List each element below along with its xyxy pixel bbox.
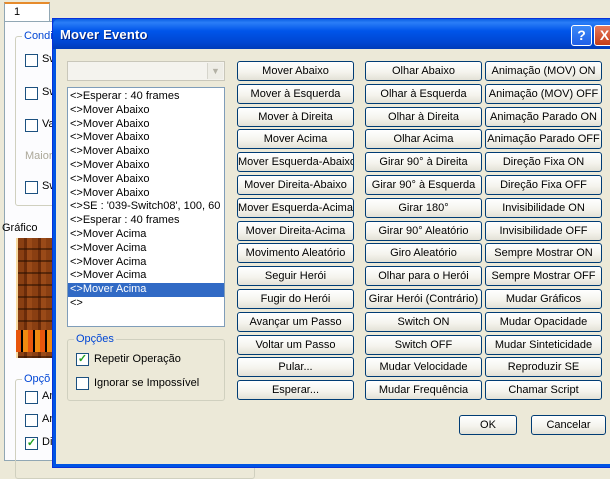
command-button[interactable]: Chamar Script — [485, 380, 602, 400]
command-button[interactable]: Mover Acima — [237, 129, 354, 149]
chevron-down-icon[interactable]: ▼ — [207, 63, 223, 79]
command-button[interactable]: Giro Aleatório — [365, 243, 482, 263]
command-button[interactable]: Animação (MOV) OFF — [485, 84, 602, 104]
condition-switch1-checkbox[interactable] — [25, 54, 38, 67]
command-button[interactable]: Avançar um Passo — [237, 312, 354, 332]
route-list-item[interactable]: <>Mover Acima — [68, 269, 224, 283]
command-button[interactable]: Mudar Velocidade — [365, 357, 482, 377]
command-button[interactable]: Voltar um Passo — [237, 335, 354, 355]
route-list-item[interactable]: <>Mover Acima — [68, 228, 224, 242]
route-list-item[interactable]: <> — [68, 297, 224, 311]
command-button[interactable]: Olhar à Direita — [365, 107, 482, 127]
command-button[interactable]: Invisibilidade ON — [485, 198, 602, 218]
command-button[interactable]: Pular... — [237, 357, 354, 377]
command-button[interactable]: Movimento Aleatório — [237, 243, 354, 263]
option-move-animation-checkbox[interactable] — [25, 391, 38, 404]
command-button[interactable]: Sempre Mostrar ON — [485, 243, 602, 263]
command-button[interactable]: Mover Abaixo — [237, 61, 354, 81]
command-button[interactable]: Switch ON — [365, 312, 482, 332]
route-list-item[interactable]: <>SE : '039-Switch08', 100, 60 — [68, 200, 224, 214]
route-command-list[interactable]: <>Esperar : 40 frames <>Mover Abaixo <>Mov… — [67, 87, 225, 327]
command-button[interactable]: Girar 90° Aleatório — [365, 221, 482, 241]
command-button[interactable]: Fugir do Herói — [237, 289, 354, 309]
command-button[interactable]: Animação (MOV) ON — [485, 61, 602, 81]
route-list-item[interactable]: <>Mover Abaixo — [68, 131, 224, 145]
dialog-titlebar[interactable]: Mover Evento ? X — [53, 19, 610, 49]
graphics-label: Gráfico — [2, 222, 38, 234]
command-button[interactable]: Girar 90° à Esquerda — [365, 175, 482, 195]
route-list-item[interactable]: <>Mover Acima — [68, 283, 224, 297]
command-button[interactable]: Mover à Esquerda — [237, 84, 354, 104]
command-button[interactable]: Mover Esquerda-Acima — [237, 198, 354, 218]
condition-major-label: Maior — [25, 150, 53, 162]
command-button[interactable]: Girar Herói (Contrário) — [365, 289, 482, 309]
command-button[interactable]: Mudar Frequência — [365, 380, 482, 400]
repeat-operation-label: Repetir Operação — [94, 353, 181, 365]
command-button[interactable]: Olhar Abaixo — [365, 61, 482, 81]
condition-switch2-checkbox[interactable] — [25, 87, 38, 100]
option-direction-fix-label: Di — [42, 436, 53, 448]
option-direction-fix-checkbox[interactable]: ✓ — [25, 437, 38, 450]
ignore-if-impossible-checkbox[interactable] — [76, 377, 89, 390]
help-icon: ? — [577, 27, 586, 43]
command-button[interactable]: Invisibilidade OFF — [485, 221, 602, 241]
command-button[interactable]: Girar 180° — [365, 198, 482, 218]
command-button[interactable]: Animação Parado ON — [485, 107, 602, 127]
options-title: Opçõ — [22, 373, 53, 385]
options-group: Opções ✓ Repetir Operação Ignorar se Imp… — [67, 333, 225, 401]
option-stop-animation-checkbox[interactable] — [25, 414, 38, 427]
command-button[interactable]: Mover à Direita — [237, 107, 354, 127]
command-button[interactable]: Mover Direita-Acima — [237, 221, 354, 241]
route-list-item[interactable]: <>Mover Abaixo — [68, 145, 224, 159]
command-button[interactable]: Mudar Sinteticidade — [485, 335, 602, 355]
command-button[interactable]: Reproduzir SE — [485, 357, 602, 377]
command-button[interactable]: Animação Parado OFF — [485, 129, 602, 149]
route-list-item[interactable]: <>Esperar : 40 frames — [68, 90, 224, 104]
command-button[interactable]: Switch OFF — [365, 335, 482, 355]
route-list-item[interactable]: <>Mover Acima — [68, 256, 224, 270]
command-button[interactable]: Olhar Acima — [365, 129, 482, 149]
close-icon: X — [599, 27, 610, 43]
route-list-item[interactable]: <>Mover Abaixo — [68, 159, 224, 173]
route-list-item[interactable]: <>Mover Abaixo — [68, 118, 224, 132]
command-button[interactable]: Mudar Opacidade — [485, 312, 602, 332]
condition-self-switch-checkbox[interactable] — [25, 181, 38, 194]
command-button[interactable]: Mover Direita-Abaixo — [237, 175, 354, 195]
ignore-if-impossible-label: Ignorar se Impossível — [94, 377, 200, 389]
help-button[interactable]: ? — [571, 25, 592, 46]
command-button[interactable]: Girar 90° à Direita — [365, 152, 482, 172]
page-tab-1[interactable]: 1 — [4, 2, 50, 22]
command-button[interactable]: Esperar... — [237, 380, 354, 400]
move-event-dialog: Mover Evento ? X ▼ <>Esperar : 40 frames… — [52, 18, 610, 468]
cancel-button[interactable]: Cancelar — [531, 415, 606, 435]
ok-button[interactable]: OK — [459, 415, 517, 435]
close-button[interactable]: X — [594, 25, 610, 46]
command-button[interactable]: Olhar à Esquerda — [365, 84, 482, 104]
command-button[interactable]: Direção Fixa OFF — [485, 175, 602, 195]
command-button[interactable]: Direção Fixa ON — [485, 152, 602, 172]
route-list-item[interactable]: <>Mover Acima — [68, 242, 224, 256]
route-list-item[interactable]: <>Mover Abaixo — [68, 104, 224, 118]
command-button[interactable]: Mover Esquerda-Abaixo — [237, 152, 354, 172]
command-button[interactable]: Seguir Herói — [237, 266, 354, 286]
command-button[interactable]: Olhar para o Herói — [365, 266, 482, 286]
command-button[interactable]: Mudar Gráficos — [485, 289, 602, 309]
command-button[interactable]: Sempre Mostrar OFF — [485, 266, 602, 286]
dialog-title: Mover Evento — [60, 27, 148, 42]
repeat-operation-checkbox[interactable]: ✓ — [76, 353, 89, 366]
condition-variable-checkbox[interactable] — [25, 119, 38, 132]
options-title: Opções — [74, 333, 116, 345]
route-list-item[interactable]: <>Mover Abaixo — [68, 173, 224, 187]
route-list-item[interactable]: <>Mover Abaixo — [68, 187, 224, 201]
conditions-title: Condi — [22, 30, 55, 42]
event-graphic-base — [16, 330, 56, 352]
target-event-select[interactable]: ▼ — [67, 61, 225, 81]
route-list-item[interactable]: <>Esperar : 40 frames — [68, 214, 224, 228]
